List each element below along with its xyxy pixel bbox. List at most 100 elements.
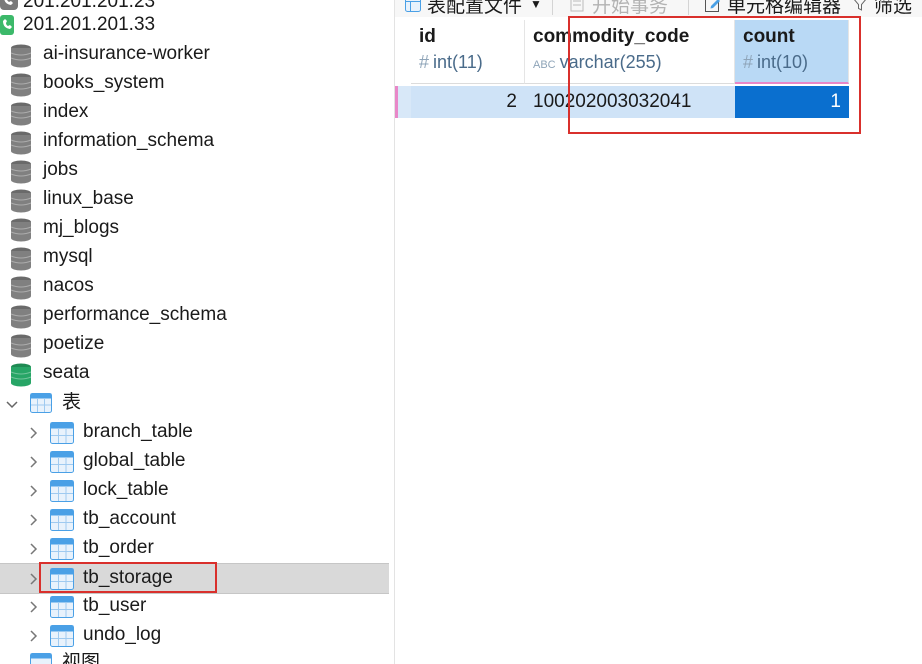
- database-label: jobs: [43, 159, 78, 180]
- chevron-right-icon[interactable]: [22, 476, 44, 505]
- chevron-right-icon[interactable]: [22, 447, 44, 476]
- database-item[interactable]: information_schema: [0, 127, 394, 156]
- chevron-right-icon[interactable]: [22, 621, 44, 650]
- chevron-right-icon[interactable]: [22, 505, 44, 534]
- column-header-id[interactable]: id # int(11): [411, 20, 525, 84]
- database-item[interactable]: seata: [0, 359, 394, 388]
- table-label: tb_user: [83, 595, 147, 616]
- category-label: 表: [62, 392, 82, 413]
- database-icon: [10, 44, 32, 68]
- column-type-text: int(10): [757, 52, 809, 72]
- numeric-type-icon: #: [743, 52, 754, 72]
- table-label: tb_account: [83, 508, 176, 529]
- table-item[interactable]: global_table: [0, 447, 394, 476]
- row-indicator[interactable]: [395, 86, 411, 118]
- table-item[interactable]: tb_storage: [0, 563, 389, 594]
- cell-editor-button[interactable]: 单元格编辑器: [705, 0, 841, 17]
- column-header-commodity-code[interactable]: commodity_code ABC varchar(255): [525, 20, 735, 84]
- table-item[interactable]: tb_order: [0, 534, 394, 563]
- database-icon: [10, 363, 32, 387]
- database-item[interactable]: index: [0, 98, 394, 127]
- connection-icon: [0, 15, 22, 37]
- chevron-right-icon[interactable]: [22, 564, 44, 593]
- table-icon: [50, 538, 74, 560]
- database-icon: [10, 276, 32, 300]
- table-icon: [50, 625, 74, 647]
- database-label: performance_schema: [43, 304, 227, 325]
- database-icon: [10, 189, 32, 213]
- profile-label: 表配置文件: [427, 0, 523, 17]
- table-item[interactable]: lock_table: [0, 476, 394, 505]
- table-label: global_table: [83, 450, 186, 471]
- table-profile-icon: [405, 0, 421, 12]
- table-label: branch_table: [83, 421, 193, 442]
- database-item[interactable]: books_system: [0, 69, 394, 98]
- edit-icon: [705, 0, 721, 12]
- database-icon: [10, 305, 32, 329]
- database-icon: [10, 102, 32, 126]
- cell-commodity-code[interactable]: 100202003032041: [525, 86, 735, 118]
- numeric-type-icon: #: [419, 52, 430, 72]
- row-header-corner: [395, 20, 412, 84]
- database-item[interactable]: linux_base: [0, 185, 394, 214]
- column-name: count: [743, 26, 795, 47]
- database-item[interactable]: performance_schema: [0, 301, 394, 330]
- data-toolbar: 表配置文件 ▼ 开始事务 单元格编辑器 筛选: [395, 0, 922, 17]
- table-group-icon: [30, 393, 52, 415]
- filter-label: 筛选: [874, 0, 913, 17]
- table-data-view: 表配置文件 ▼ 开始事务 单元格编辑器 筛选 id # int(11) comm…: [395, 0, 922, 664]
- filter-button[interactable]: 筛选: [852, 0, 912, 17]
- database-item[interactable]: mysql: [0, 243, 394, 272]
- table-label: undo_log: [83, 624, 162, 645]
- column-type: # int(10): [743, 52, 808, 73]
- database-label: information_schema: [43, 130, 215, 151]
- tree-category-tables[interactable]: 表: [0, 389, 394, 418]
- database-label: mysql: [43, 246, 93, 267]
- begin-transaction-button[interactable]: 开始事务: [570, 0, 668, 17]
- database-item[interactable]: mj_blogs: [0, 214, 394, 243]
- tree-category-views[interactable]: 视图: [0, 649, 394, 664]
- table-item[interactable]: tb_user: [0, 592, 394, 621]
- cell-id[interactable]: 2: [411, 86, 525, 118]
- table-icon: [50, 451, 74, 473]
- database-item[interactable]: jobs: [0, 156, 394, 185]
- toolbar-separator: [552, 0, 553, 15]
- text-type-icon: ABC: [533, 59, 556, 71]
- dropdown-arrow-icon: ▼: [530, 0, 542, 11]
- column-type-text: int(11): [433, 52, 483, 72]
- table-item[interactable]: tb_account: [0, 505, 394, 534]
- database-icon: [10, 334, 32, 358]
- database-icon: [10, 218, 32, 242]
- chevron-right-icon[interactable]: [22, 418, 44, 447]
- table-label: tb_order: [83, 537, 154, 558]
- column-name: commodity_code: [533, 26, 690, 47]
- profile-button[interactable]: 表配置文件 ▼: [405, 0, 542, 17]
- column-name: id: [419, 26, 436, 47]
- database-item[interactable]: nacos: [0, 272, 394, 301]
- column-type-text: varchar(255): [559, 52, 662, 72]
- chevron-down-icon[interactable]: [1, 389, 23, 418]
- column-header-count[interactable]: count # int(10): [735, 20, 849, 84]
- connection-item[interactable]: 201.201.201.33: [0, 11, 394, 40]
- filter-icon: [852, 0, 868, 12]
- database-item[interactable]: ai-insurance-worker: [0, 40, 394, 69]
- table-icon: [50, 596, 74, 618]
- database-label: seata: [43, 362, 90, 383]
- table-item[interactable]: branch_table: [0, 418, 394, 447]
- table-icon: [50, 568, 74, 590]
- database-item[interactable]: poetize: [0, 330, 394, 359]
- connection-label: 201.201.201.33: [23, 14, 156, 35]
- database-icon: [10, 160, 32, 184]
- table-label: tb_storage: [83, 567, 173, 588]
- table-icon: [50, 422, 74, 444]
- chevron-right-icon[interactable]: [22, 534, 44, 563]
- database-label: ai-insurance-worker: [43, 43, 210, 64]
- category-label-views: 视图: [62, 652, 101, 664]
- column-type: ABC varchar(255): [533, 52, 662, 73]
- table-item[interactable]: undo_log: [0, 621, 394, 650]
- chevron-right-icon[interactable]: [22, 592, 44, 621]
- table-icon: [50, 509, 74, 531]
- view-group-icon: [30, 653, 52, 664]
- database-icon: [10, 247, 32, 271]
- cell-count[interactable]: 1: [735, 86, 849, 118]
